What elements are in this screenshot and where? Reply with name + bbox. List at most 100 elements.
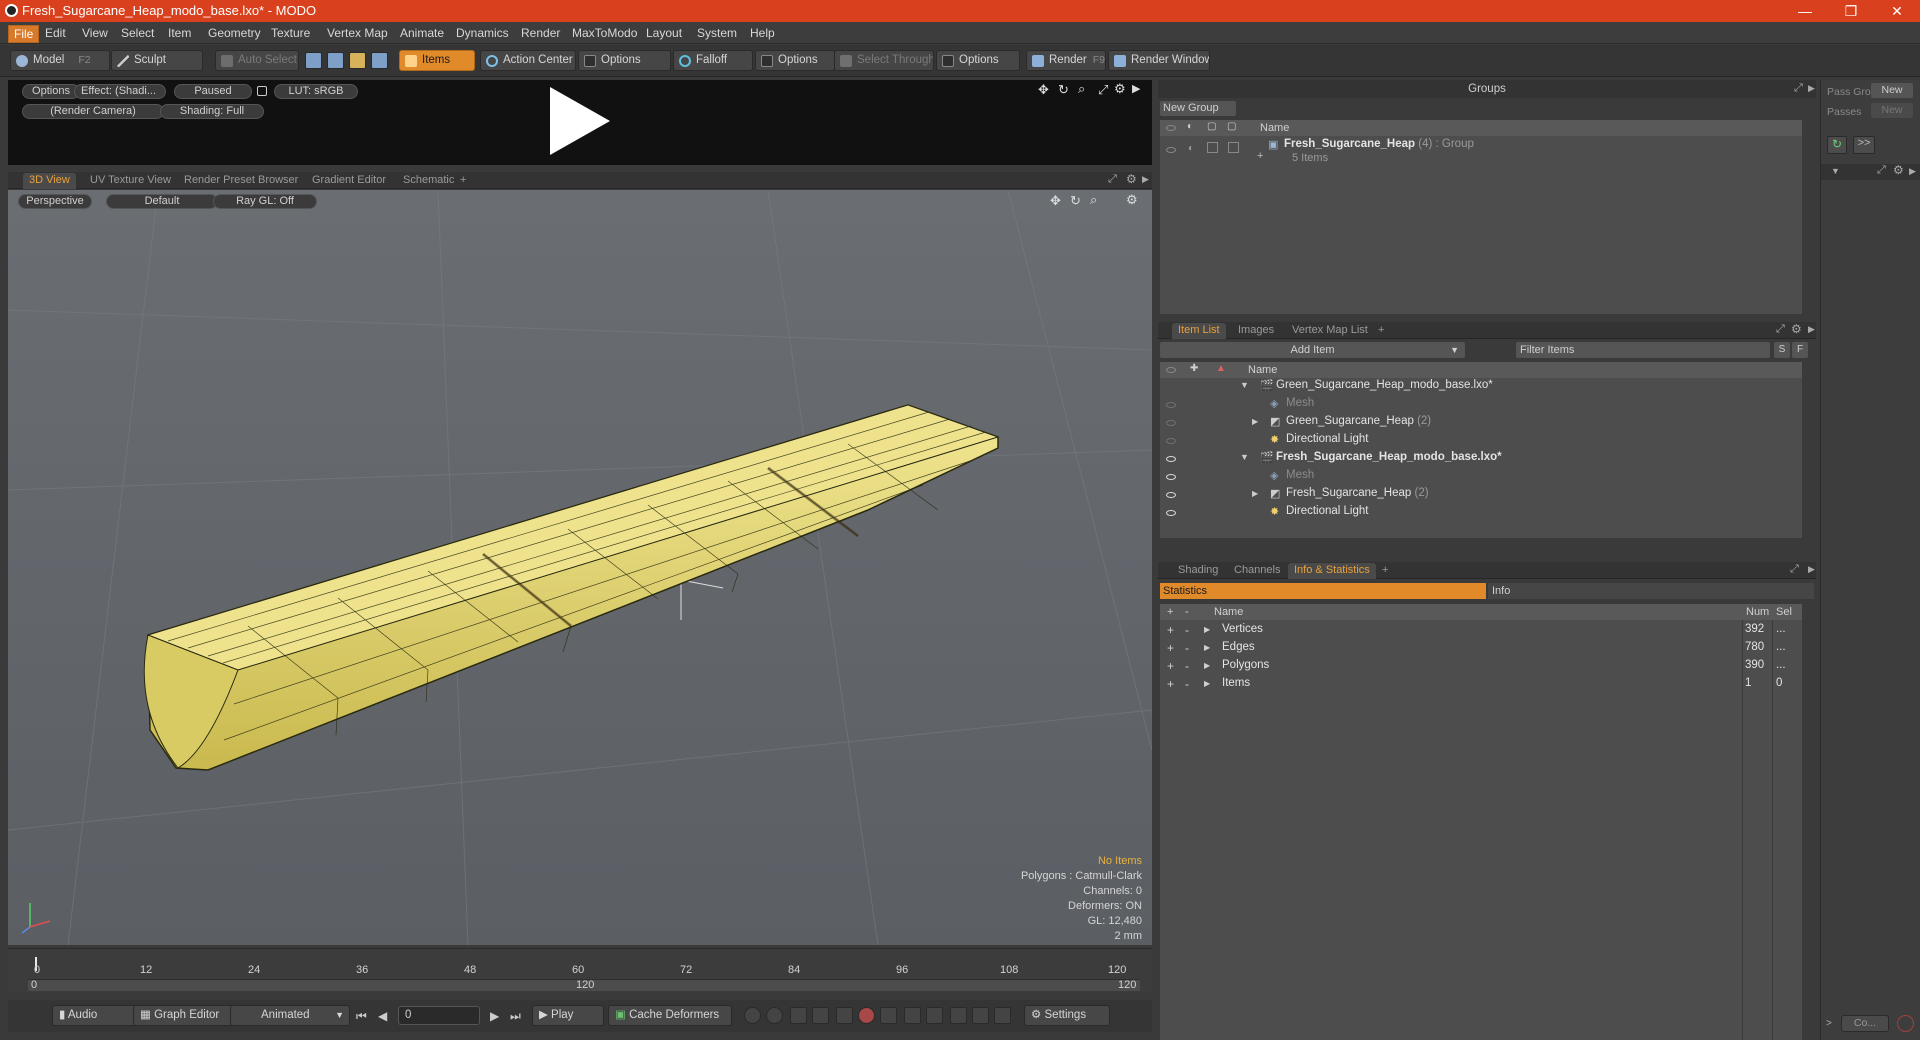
tab-schematic[interactable]: Schematic bbox=[397, 173, 460, 189]
expand-icon[interactable]: + bbox=[1167, 659, 1174, 673]
key-next-icon[interactable] bbox=[926, 1007, 943, 1024]
minimize-button[interactable]: — bbox=[1782, 0, 1828, 22]
set-key-icon[interactable] bbox=[836, 1007, 853, 1024]
tab-shading[interactable]: Shading bbox=[1172, 563, 1224, 579]
menu-vertex-map[interactable]: Vertex Map bbox=[322, 25, 393, 41]
arrow-right-icon[interactable]: > bbox=[1826, 1018, 1832, 1029]
arrow-right-icon[interactable]: ▶ bbox=[1808, 564, 1815, 575]
constraint-icon[interactable] bbox=[972, 1007, 989, 1024]
sculpt-mode-button[interactable]: Sculpt bbox=[111, 50, 203, 71]
timeline[interactable]: 0 12 24 36 48 60 72 84 96 108 120 0 120 … bbox=[8, 948, 1152, 992]
menu-select[interactable]: Select bbox=[116, 25, 159, 41]
tab-images[interactable]: Images bbox=[1232, 323, 1280, 339]
move-icon[interactable]: ✥ bbox=[1038, 82, 1049, 98]
edges-mode-icon[interactable] bbox=[327, 52, 344, 69]
falloff-options-button[interactable]: Options bbox=[755, 50, 835, 71]
tab-channels[interactable]: Channels bbox=[1228, 563, 1286, 579]
frame-input[interactable]: 0 bbox=[398, 1006, 480, 1025]
materials-mode-icon[interactable] bbox=[371, 52, 388, 69]
collapse-icon[interactable]: - bbox=[1185, 641, 1189, 655]
add-item-button[interactable]: Add Item ▼ bbox=[1160, 342, 1465, 358]
play-icon[interactable] bbox=[544, 85, 614, 157]
tab-3d-view[interactable]: 3D View bbox=[23, 173, 76, 189]
collapse-icon[interactable]: - bbox=[1185, 677, 1189, 691]
chevron-right-icon[interactable]: ▶ bbox=[1252, 417, 1258, 426]
sugarcane-mesh[interactable] bbox=[8, 190, 1152, 945]
action-center-options-button[interactable]: Options bbox=[578, 50, 671, 71]
menu-texture[interactable]: Texture bbox=[266, 25, 315, 41]
menu-item[interactable]: Item bbox=[163, 25, 196, 41]
key-prev-icon[interactable] bbox=[904, 1007, 921, 1024]
auto-select-button[interactable]: Auto Select bbox=[215, 50, 299, 71]
layer-icon[interactable] bbox=[994, 1007, 1011, 1024]
menu-help[interactable]: Help bbox=[745, 25, 780, 41]
chevron-down-icon[interactable]: ▼ bbox=[1831, 166, 1840, 176]
info-tab[interactable]: Info bbox=[1488, 583, 1814, 599]
expand-icon[interactable]: ⤢ bbox=[1794, 82, 1803, 95]
animated-dropdown[interactable]: Animated ▼ bbox=[230, 1005, 350, 1026]
new-group-button[interactable]: New Group bbox=[1160, 101, 1236, 116]
list-item[interactable]: ▶ ◩ Fresh_Sugarcane_Heap (2) bbox=[1160, 486, 1802, 504]
eye-icon[interactable] bbox=[1166, 456, 1176, 462]
expand-icon[interactable]: ⤢ bbox=[1776, 323, 1785, 336]
3d-viewport[interactable]: Perspective Default Ray GL: Off ✥ ↻ ⌕ ⚙ … bbox=[8, 190, 1152, 945]
go-end-icon[interactable]: ⏭ bbox=[510, 1009, 521, 1024]
expand-icon[interactable]: + bbox=[1167, 641, 1174, 655]
chevron-down-icon[interactable]: ▼ bbox=[1240, 452, 1249, 462]
arrow-right-icon[interactable]: ▶ bbox=[1808, 324, 1815, 335]
close-button[interactable]: ✕ bbox=[1874, 0, 1920, 22]
add-tab-icon[interactable]: + bbox=[1376, 563, 1394, 579]
tab-vertex-map-list[interactable]: Vertex Map List bbox=[1286, 323, 1374, 339]
rotate-icon[interactable]: ↻ bbox=[1058, 82, 1069, 98]
render-icon[interactable]: ◐ bbox=[1188, 143, 1194, 154]
menu-file[interactable]: File bbox=[8, 25, 40, 43]
items-mode-button[interactable]: Items bbox=[399, 50, 475, 71]
record-icon[interactable] bbox=[858, 1007, 875, 1024]
list-item[interactable]: ▶ ◩ Green_Sugarcane_Heap (2) bbox=[1160, 414, 1802, 432]
list-item[interactable]: ✸ Directional Light bbox=[1160, 432, 1802, 450]
command-button[interactable]: Co... bbox=[1841, 1015, 1889, 1032]
expand-icon[interactable]: + bbox=[1167, 623, 1174, 637]
tab-render-preset-browser[interactable]: Render Preset Browser bbox=[178, 173, 304, 189]
settings-button[interactable]: ⚙ Settings bbox=[1024, 1005, 1110, 1026]
refresh-icon[interactable]: ↻ bbox=[1827, 136, 1847, 154]
gear-icon[interactable]: ⚙ bbox=[1893, 163, 1904, 177]
maximize-icon[interactable]: ⤢ bbox=[1098, 82, 1108, 98]
model-mode-button[interactable]: Model F2 bbox=[10, 50, 110, 71]
chevron-right-icon[interactable]: ▶ bbox=[1204, 643, 1210, 652]
graph-editor-button[interactable]: ▦ Graph Editor bbox=[133, 1005, 233, 1026]
table-row[interactable]: + - ▶ Vertices 392 ... bbox=[1160, 622, 1802, 640]
statistics-tab[interactable]: Statistics bbox=[1160, 583, 1486, 599]
eye-icon[interactable] bbox=[1166, 438, 1176, 444]
prev-key-icon[interactable] bbox=[790, 1007, 807, 1024]
select-checkbox[interactable] bbox=[1228, 142, 1239, 153]
tab-uv-texture-view[interactable]: UV Texture View bbox=[84, 173, 177, 189]
tab-gradient-editor[interactable]: Gradient Editor bbox=[306, 173, 392, 189]
render-camera-dropdown[interactable]: (Render Camera) bbox=[22, 104, 164, 119]
chevron-down-icon[interactable]: ▼ bbox=[1240, 380, 1249, 390]
select-through-button[interactable]: Select Through bbox=[834, 50, 934, 71]
menu-maxtomodo[interactable]: MaxToModo bbox=[567, 25, 642, 41]
lock-icon[interactable] bbox=[257, 86, 267, 96]
add-tab-icon[interactable]: + bbox=[454, 173, 472, 189]
maximize-button[interactable]: ❐ bbox=[1828, 0, 1874, 22]
eye-icon[interactable] bbox=[1166, 492, 1176, 498]
filter-items-input[interactable]: Filter Items bbox=[1516, 342, 1770, 358]
paused-toggle[interactable]: Paused bbox=[174, 84, 252, 99]
eye-icon[interactable] bbox=[1166, 420, 1176, 426]
lut-dropdown[interactable]: LUT: sRGB bbox=[274, 84, 358, 99]
collapse-icon[interactable]: - bbox=[1185, 659, 1189, 673]
step-back-icon[interactable]: ◀ bbox=[378, 1009, 387, 1023]
eye-icon[interactable] bbox=[1166, 510, 1176, 516]
expand-icon[interactable]: + bbox=[1167, 677, 1174, 691]
preview-options-button[interactable]: Options bbox=[22, 84, 80, 99]
raygl-dropdown[interactable]: Ray GL: Off bbox=[213, 194, 317, 209]
menu-system[interactable]: System bbox=[692, 25, 742, 41]
arrow-right-icon[interactable]: ▶ bbox=[1132, 82, 1140, 95]
chevron-right-icon[interactable]: ▶ bbox=[1204, 661, 1210, 670]
next-key-icon[interactable] bbox=[812, 1007, 829, 1024]
auto-key-icon[interactable] bbox=[880, 1007, 897, 1024]
lock-checkbox[interactable] bbox=[1207, 142, 1218, 153]
effect-dropdown[interactable]: Effect: (Shadi... bbox=[74, 84, 166, 99]
list-item[interactable]: ▼ 🎬 Fresh_Sugarcane_Heap_modo_base.lxo* bbox=[1160, 450, 1802, 468]
